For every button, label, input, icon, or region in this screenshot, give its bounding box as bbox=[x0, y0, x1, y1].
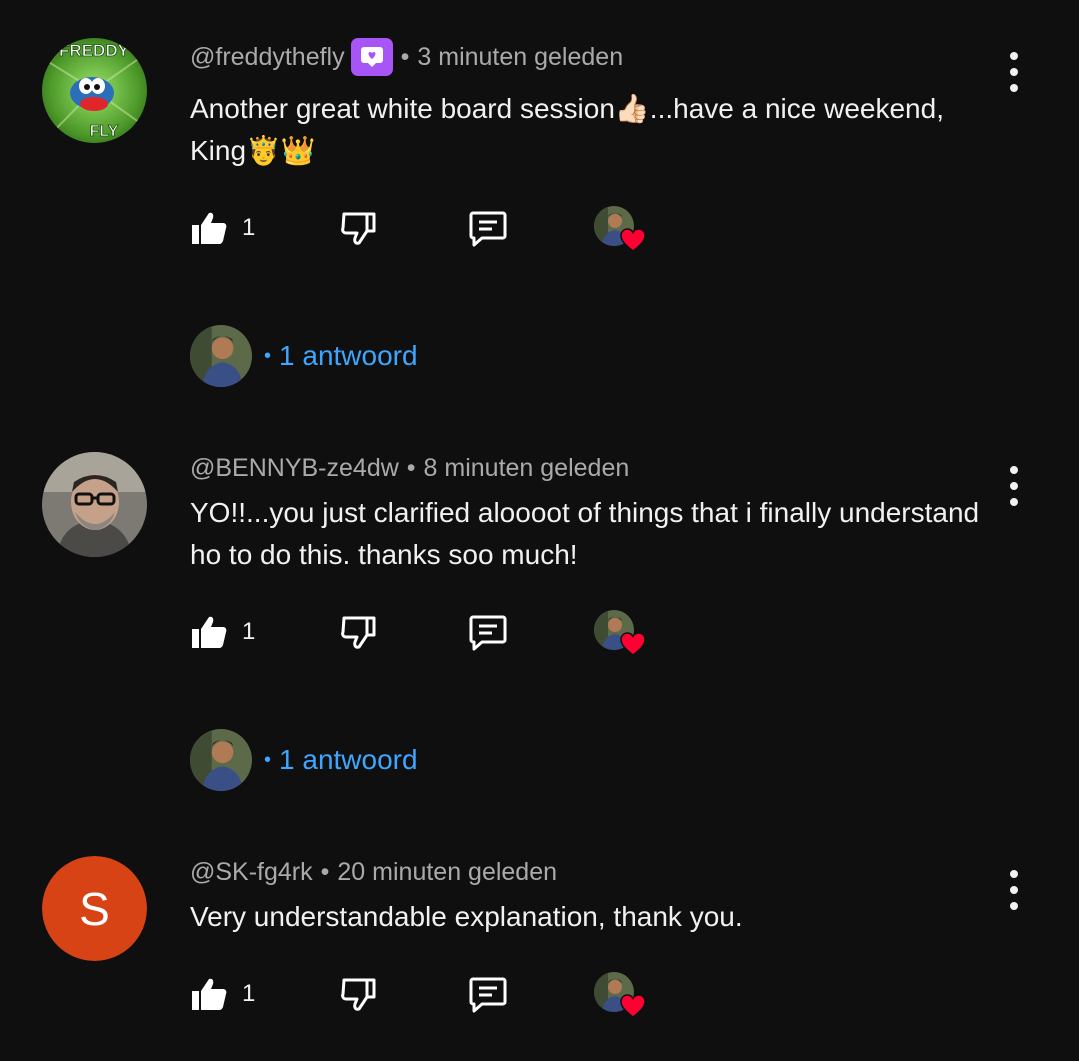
more-options-icon[interactable] bbox=[1002, 466, 1026, 506]
member-badge-icon bbox=[350, 38, 393, 76]
avatar-bennyb[interactable] bbox=[42, 452, 147, 557]
replies-bullet: • bbox=[264, 344, 272, 367]
reply-button[interactable] bbox=[468, 210, 508, 248]
thumbs-up-icon bbox=[192, 212, 227, 244]
reply-creator-avatar bbox=[190, 325, 252, 387]
avatar-logo-text-bottom: FLY bbox=[90, 123, 119, 140]
like-button[interactable]: 1 bbox=[190, 210, 255, 246]
more-options-icon[interactable] bbox=[1002, 870, 1026, 910]
dislike-button[interactable] bbox=[340, 976, 378, 1012]
thumbs-down-icon bbox=[341, 212, 376, 245]
thumbs-up-icon bbox=[192, 616, 227, 648]
comment-icon bbox=[469, 615, 507, 651]
heart-icon bbox=[620, 632, 646, 656]
comment-icon bbox=[469, 211, 507, 247]
avatar-freddythefly[interactable]: FREDDY FLY bbox=[42, 38, 147, 143]
creator-heart bbox=[594, 206, 646, 254]
creator-heart bbox=[594, 972, 646, 1020]
comment-actions: 1 bbox=[190, 206, 690, 260]
like-count: 1 bbox=[242, 618, 256, 645]
comment-icon bbox=[469, 977, 507, 1013]
like-count: 1 bbox=[242, 980, 256, 1007]
thumbs-down-icon bbox=[341, 978, 376, 1011]
creator-heart bbox=[594, 610, 646, 658]
comment-text: YO!!...you just clarified aloooot of thi… bbox=[190, 497, 980, 570]
dislike-button[interactable] bbox=[340, 614, 378, 650]
reply-button[interactable] bbox=[468, 976, 508, 1014]
more-options-icon[interactable] bbox=[1002, 52, 1026, 92]
comment-author-handle[interactable]: @BENNYB-ze4dw bbox=[190, 454, 399, 483]
heart-icon bbox=[620, 228, 646, 252]
replies-bullet: • bbox=[264, 748, 272, 771]
comment-timestamp[interactable]: 3 minuten geleden bbox=[417, 43, 623, 72]
avatar-sk[interactable]: S bbox=[42, 856, 147, 961]
replies-count-label[interactable]: 1 antwoord bbox=[279, 744, 418, 776]
comment-actions: 1 bbox=[190, 610, 690, 664]
freddy-avatar-image: FREDDY FLY bbox=[42, 38, 147, 143]
bennyb-avatar-image bbox=[42, 452, 147, 557]
view-replies-button[interactable]: • 1 antwoord bbox=[190, 324, 418, 388]
comment-meta: @freddythefly • 3 minuten geleden bbox=[190, 38, 623, 76]
replies-count-label[interactable]: 1 antwoord bbox=[279, 340, 418, 372]
heart-icon bbox=[620, 994, 646, 1018]
like-button[interactable]: 1 bbox=[190, 976, 255, 1012]
meta-separator: • bbox=[400, 42, 410, 71]
thumbs-down-icon bbox=[341, 616, 376, 649]
comment-timestamp[interactable]: 20 minuten geleden bbox=[337, 858, 557, 887]
reply-creator-avatar bbox=[190, 729, 252, 791]
comment-actions: 1 bbox=[190, 972, 690, 1026]
meta-separator: • bbox=[406, 454, 416, 482]
meta-separator: • bbox=[320, 858, 330, 886]
comment-meta: @BENNYB-ze4dw • 8 minuten geleden bbox=[190, 454, 629, 483]
avatar-letter: S bbox=[42, 856, 147, 961]
avatar-logo-text-top: FREDDY bbox=[59, 41, 130, 60]
like-count: 1 bbox=[242, 214, 256, 241]
reply-button[interactable] bbox=[468, 614, 508, 652]
like-button[interactable]: 1 bbox=[190, 614, 255, 650]
dislike-button[interactable] bbox=[340, 210, 378, 246]
comment-text: Another great white board session👍🏻...ha… bbox=[190, 93, 944, 166]
thumbs-up-icon bbox=[192, 978, 227, 1010]
comment-author-handle[interactable]: @SK-fg4rk bbox=[190, 858, 313, 887]
comment-meta: @SK-fg4rk • 20 minuten geleden bbox=[190, 858, 557, 887]
comment-text: Very understandable explanation, thank y… bbox=[190, 901, 743, 932]
view-replies-button[interactable]: • 1 antwoord bbox=[190, 728, 418, 792]
comment-author-handle[interactable]: @freddythefly bbox=[190, 43, 345, 72]
comment-timestamp[interactable]: 8 minuten geleden bbox=[424, 454, 630, 483]
